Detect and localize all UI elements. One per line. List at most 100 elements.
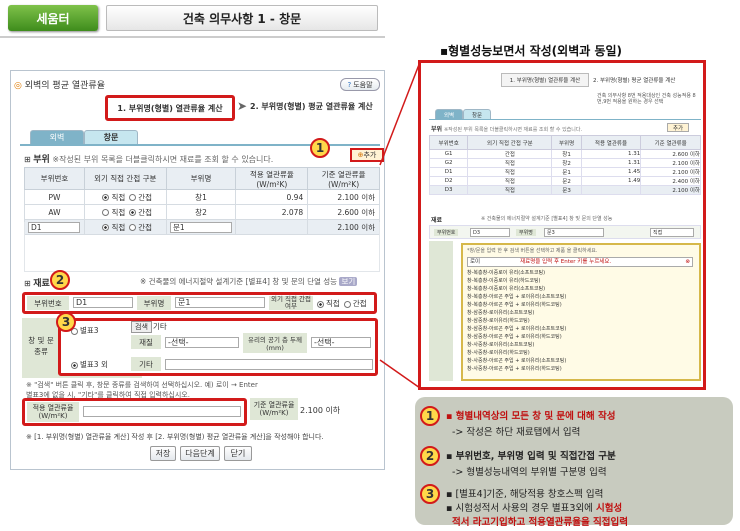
list-item[interactable]: 창-사중창-로이유리(하드코팅) xyxy=(467,349,693,357)
table-row[interactable]: AW 직접 간접 창2 2.078 2.600 이하 xyxy=(24,204,380,220)
table-row[interactable]: G1 간접 창1 1.31 2.600 이하 xyxy=(428,149,701,159)
help-icon: ? xyxy=(347,80,352,89)
part-no-field[interactable]: D1 xyxy=(73,297,133,308)
callout-1: 1 xyxy=(310,138,330,158)
add-part-button[interactable]: ⊕ 추가 xyxy=(350,148,384,162)
save-button[interactable]: 저장 xyxy=(150,446,176,461)
inset-part-no[interactable]: D3 xyxy=(470,228,510,237)
info-callout-1: 1 xyxy=(420,406,440,426)
table-row[interactable]: G2 직접 창2 1.31 2.100 이하 xyxy=(428,158,701,168)
radio-direct[interactable] xyxy=(102,209,110,216)
tab-window[interactable]: 창문 xyxy=(84,130,138,144)
header-divider xyxy=(0,36,385,38)
cell: 1.49 xyxy=(580,176,642,186)
col-header: 부위번호 xyxy=(24,167,85,190)
material-label: 재질 xyxy=(131,335,161,349)
cell-applied-u: 0.94 xyxy=(235,189,309,205)
table-row[interactable]: PW 직접 간접 창1 0.94 2.100 이하 xyxy=(24,189,380,205)
cell-outer-type: 직접 간접 xyxy=(83,204,167,220)
material-select[interactable]: -선택- xyxy=(165,337,239,348)
add-label: 추가 xyxy=(363,151,377,159)
inset-add-button[interactable]: 추가 xyxy=(667,123,689,132)
list-item[interactable]: 창-복층창-아르곤 주입 + 로이유리(소프트코팅) xyxy=(467,293,693,301)
other-text: 기타 xyxy=(153,322,167,331)
info-line-1b: -> 작성은 하단 재료탭에서 입력 xyxy=(452,427,581,438)
table-row[interactable]: D3 직접 문3 2.100 이하 xyxy=(428,185,701,195)
section-bullet-icon: ⊞ xyxy=(24,279,31,288)
list-item[interactable]: 창-삼중창-아르곤 주입 + 로이유리(소프트코팅) xyxy=(467,325,693,333)
inset-side-label xyxy=(429,241,453,381)
cell: 직접 xyxy=(467,167,553,177)
help-button[interactable]: ? 도움말 xyxy=(340,78,380,91)
tab-wall[interactable]: 외벽 xyxy=(30,130,84,144)
info-line-3: ▪ [별표4]기준, 해당적용 창호스펙 입력 xyxy=(446,489,604,500)
cell: D3 xyxy=(428,185,469,195)
list-item[interactable]: 창-사중창-아르곤 주입 + 로이유리(소프트코팅) xyxy=(467,357,693,365)
inset-tab-window[interactable]: 창문 xyxy=(463,109,491,119)
col-header: 부위명 xyxy=(551,135,582,150)
inset-step1[interactable]: 1. 부위명(형별) 열관류율 계산 xyxy=(501,73,589,87)
list-item[interactable]: 창-복층창-이중로이 유리(소프트코팅) xyxy=(467,285,693,293)
table-row[interactable]: D2 직접 문2 1.49 2.400 이하 xyxy=(428,176,701,186)
step1-button[interactable]: 1. 부위명(형별) 열관류율 계산 xyxy=(105,95,235,121)
inset-step2[interactable]: 2. 부위명(형별) 평균 열관류율 계산 xyxy=(593,76,675,84)
cell: G2 xyxy=(428,158,469,168)
window-type-label: 창 및 문 종류 xyxy=(28,336,54,356)
inset-material-note: ※ 건축물의 에너지절약 설계기준 [별표4] 창 및 문의 단열 성능 xyxy=(481,216,613,222)
radio-table3-other[interactable] xyxy=(71,361,78,369)
cell-part-name: 창2 xyxy=(165,204,237,220)
inset-hint: ※작성된 부위 목록을 더블클릭하시면 재료를 조회 할 수 있습니다. xyxy=(443,127,583,133)
table-row[interactable]: D1 직접 문1 1.45 2.100 이하 xyxy=(428,167,701,177)
cell: 창2 xyxy=(551,158,582,168)
inset-part-no-label: 부위번호 xyxy=(434,229,459,236)
table-header-row: 부위번호 외기 직접 간접 구분 부위명 적용 열관류율 (W/m²K) 기준 … xyxy=(24,167,380,190)
list-item[interactable]: 창-복층창-이중로이 유리(소프트코팅) xyxy=(467,269,693,277)
part-section-header: ⊞ 부위 ※작성된 부위 목록을 더블클릭하시면 재료를 조회 할 수 있습니다… xyxy=(24,152,273,165)
view-standard-button[interactable]: 보기 xyxy=(339,277,358,286)
list-item[interactable]: 창-삼중창-아르곤 주입 + 로이유리(하드코팅) xyxy=(467,333,693,341)
radio-indirect[interactable] xyxy=(343,300,351,308)
popup-search-input[interactable]: 로이 재료명을 입력 후 Enter 키를 누르세요. ⊗ xyxy=(467,257,693,267)
next-step-button[interactable]: 다음단계 xyxy=(180,446,220,461)
gear-icon: ◎ xyxy=(14,81,22,91)
search-button[interactable]: 검색 xyxy=(131,321,152,333)
info-callout-2: 2 xyxy=(420,446,440,466)
applied-u-label: 적용 열관류율 (W/m²K) xyxy=(27,402,79,422)
popup-hint: *창/문을 입력 한 후 검색 버튼을 선택하고 제품 을 클릭하세요. xyxy=(467,248,598,254)
list-item[interactable]: 창-사중창-아르곤 주입 + 로이유리(하드코팅) xyxy=(467,365,693,373)
applied-u-input[interactable] xyxy=(83,406,241,417)
list-item[interactable]: 창-삼중창-로이유리(하드코팅) xyxy=(467,317,693,325)
radio-indirect[interactable] xyxy=(129,194,137,201)
table3-other-option[interactable]: 별표3 외 xyxy=(67,359,108,370)
cell: 2.100 이하 xyxy=(640,167,701,177)
inset-part-title: 부위 xyxy=(431,126,443,133)
inset-part-name[interactable]: 문3 xyxy=(544,228,604,237)
col-header: 부위번호 xyxy=(428,135,469,150)
list-item[interactable]: 창-복층창-이중로이 유리(하드코팅) xyxy=(467,277,693,285)
part-name-field[interactable]: 문1 xyxy=(175,297,265,308)
list-item[interactable]: 창-삼중창-로이유리(소프트코팅) xyxy=(467,309,693,317)
window-spec-box: 별표3 검색 기타 재질 -선택- 유리의 공기 층 두께(mm) -선택- 별… xyxy=(58,318,378,376)
radio-indirect[interactable] xyxy=(129,209,137,216)
cell: 직접 xyxy=(467,158,553,168)
other-input[interactable] xyxy=(165,359,373,370)
col-header: 적용 열관류율 xyxy=(580,135,642,150)
inset-note: 건축 의무사항 8번 적용대상인 건축 성능적용 8번,9번 적용을 원하는 경… xyxy=(597,93,696,105)
close-icon[interactable]: ⊗ xyxy=(685,258,690,267)
cell: 직접 xyxy=(467,185,553,195)
list-item[interactable]: 창-복층창-아르곤 주입 + 로이유리(하드코팅) xyxy=(467,301,693,309)
inset-screenshot: 1. 부위명(형별) 열관류율 계산 2. 부위명(형별) 평균 열관류율 계산… xyxy=(418,60,706,390)
popup-input-msg: 재료명을 입력 후 Enter 키를 누르세요. xyxy=(520,259,612,265)
step2-button[interactable]: 2. 부위명(형별) 평균 열관류율 계산 xyxy=(250,101,373,112)
close-button[interactable]: 닫기 xyxy=(224,446,252,461)
radio-direct[interactable] xyxy=(102,194,110,201)
section-tag: 세움터 xyxy=(8,5,98,31)
glass-gap-select[interactable]: -선택- xyxy=(311,337,371,348)
part-info-row: 부위번호 D1 부위명 문1 외기 직접 간접 여부 직접 간접 xyxy=(22,292,377,314)
inset-tab-wall[interactable]: 외벽 xyxy=(435,109,463,119)
inset-outer-select[interactable]: 직접 xyxy=(650,228,694,237)
list-item[interactable]: 창-사중창-로이유리(소프트코팅) xyxy=(467,341,693,349)
inset-material-title: 재료 xyxy=(431,217,443,224)
radio-direct[interactable] xyxy=(317,300,324,308)
inset-part-row: 부위번호 D3 부위명 문3 직접 xyxy=(429,225,701,239)
